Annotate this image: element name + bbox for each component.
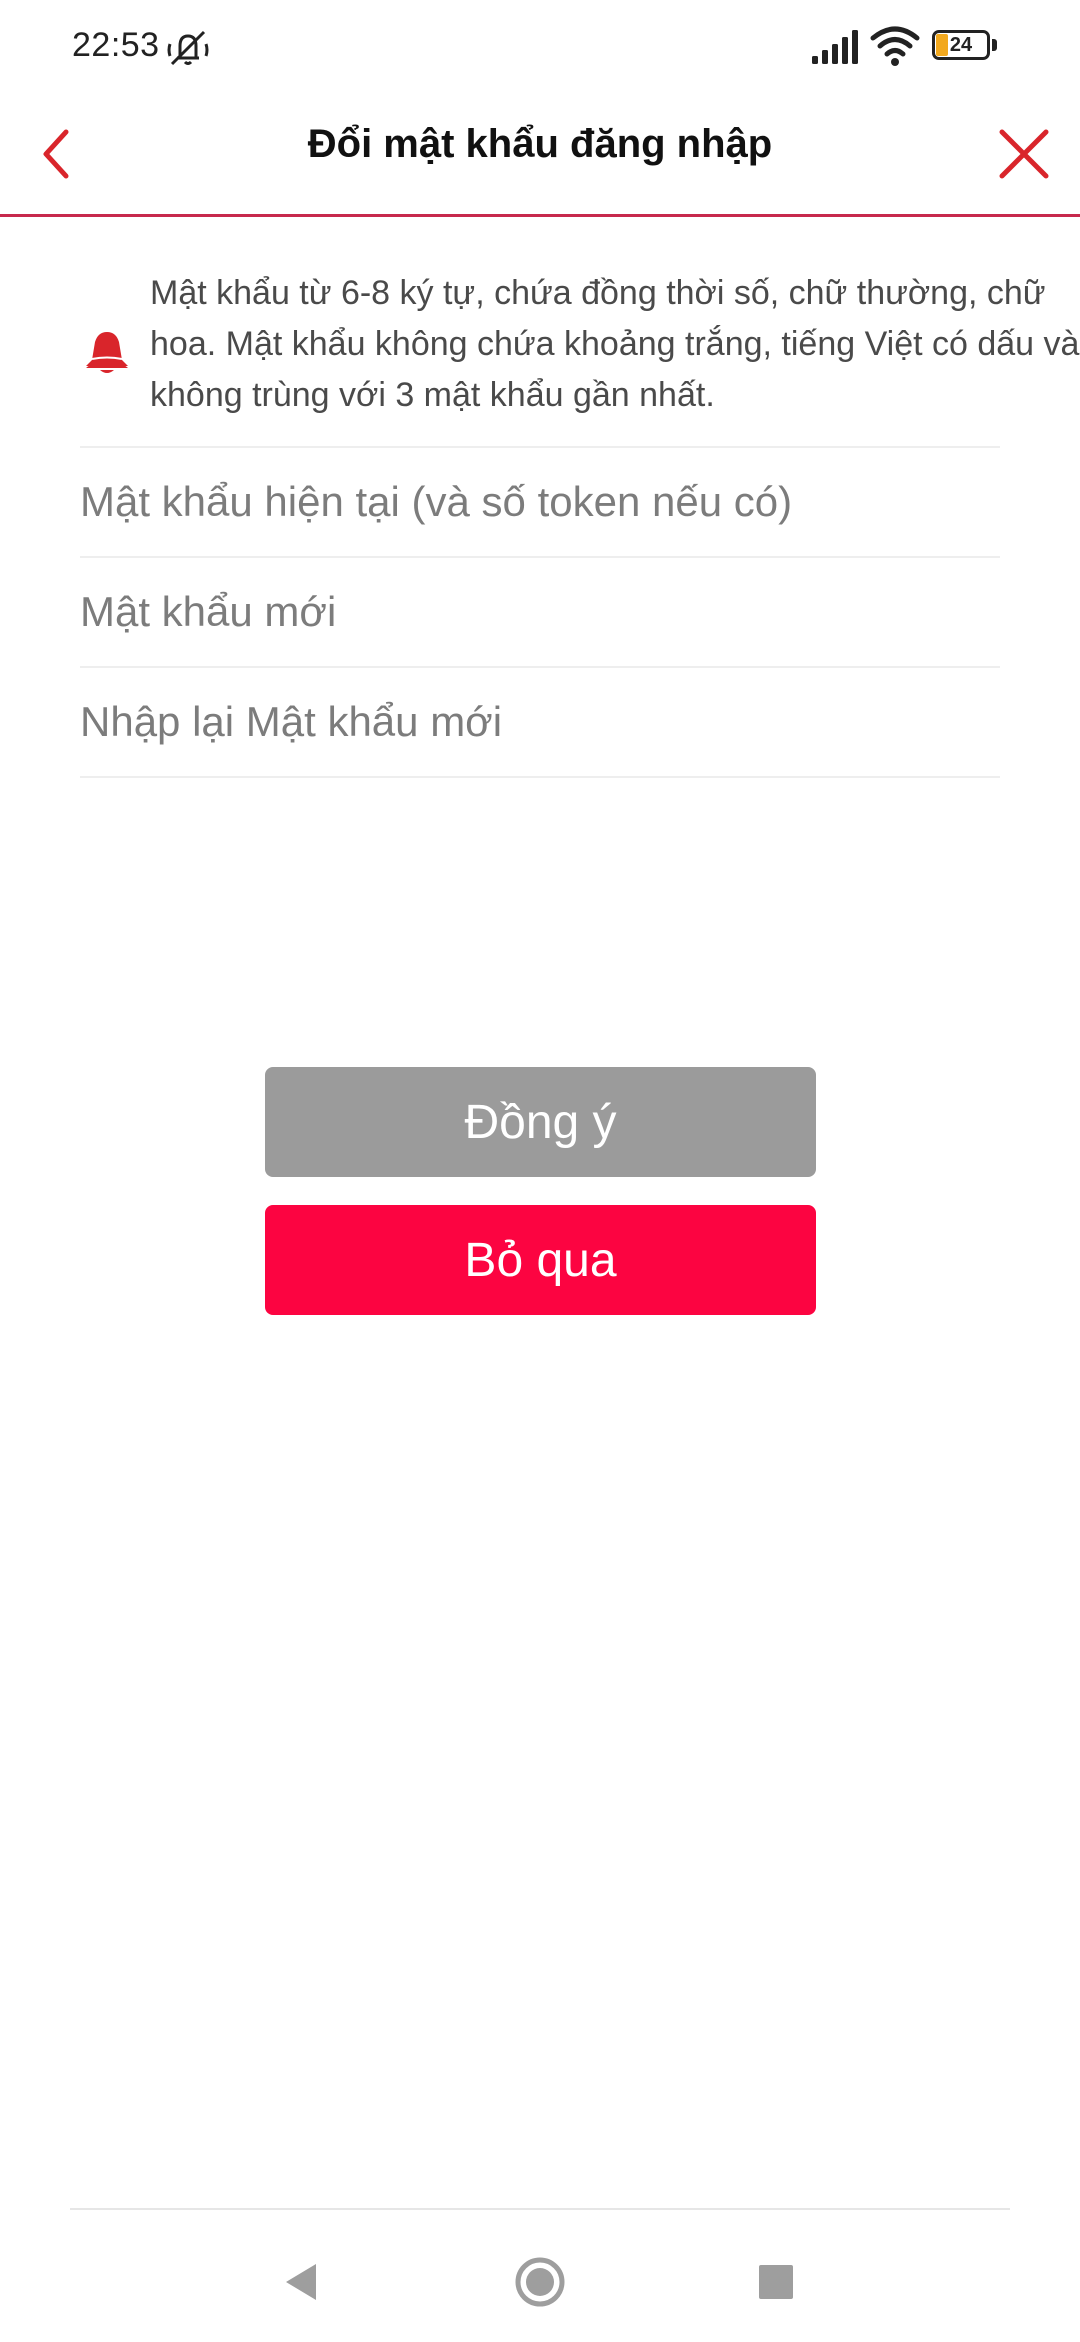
close-icon [999,129,1049,179]
wifi-icon [870,26,920,66]
signal-icon [812,30,858,64]
confirm-password-input[interactable] [80,668,1000,776]
battery-cap [992,39,997,51]
skip-button[interactable]: Bỏ qua [265,1205,816,1315]
close-button[interactable] [988,118,1060,190]
chevron-left-icon [43,129,69,179]
nav-home-icon[interactable] [514,2256,566,2308]
page-title: Đổi mật khẩu đăng nhập [307,122,773,166]
nav-recent-icon[interactable] [756,2262,796,2302]
current-password-field [80,448,1000,558]
new-password-input[interactable] [80,558,1000,666]
notice-text: Mật khẩu từ 6-8 ký tự, chứa đồng thời số… [150,274,1080,414]
header: Đổi mật khẩu đăng nhập [0,96,1080,217]
status-bar: 22:53 24 [0,0,1080,96]
status-time: 22:53 [72,26,160,64]
current-password-input[interactable] [80,448,1000,556]
mute-icon [167,30,209,66]
confirm-password-field [80,668,1000,778]
battery-level: 24 [949,34,973,56]
system-nav-bar [70,2208,1010,2342]
confirm-button[interactable]: Đồng ý [265,1067,816,1177]
back-button[interactable] [24,118,96,190]
battery-icon: 24 [932,30,998,64]
bell-icon [86,332,128,373]
new-password-field [80,558,1000,668]
nav-back-icon[interactable] [280,2260,324,2304]
password-rules-notice: Mật khẩu từ 6-8 ký tự, chứa đồng thời số… [80,268,1079,448]
